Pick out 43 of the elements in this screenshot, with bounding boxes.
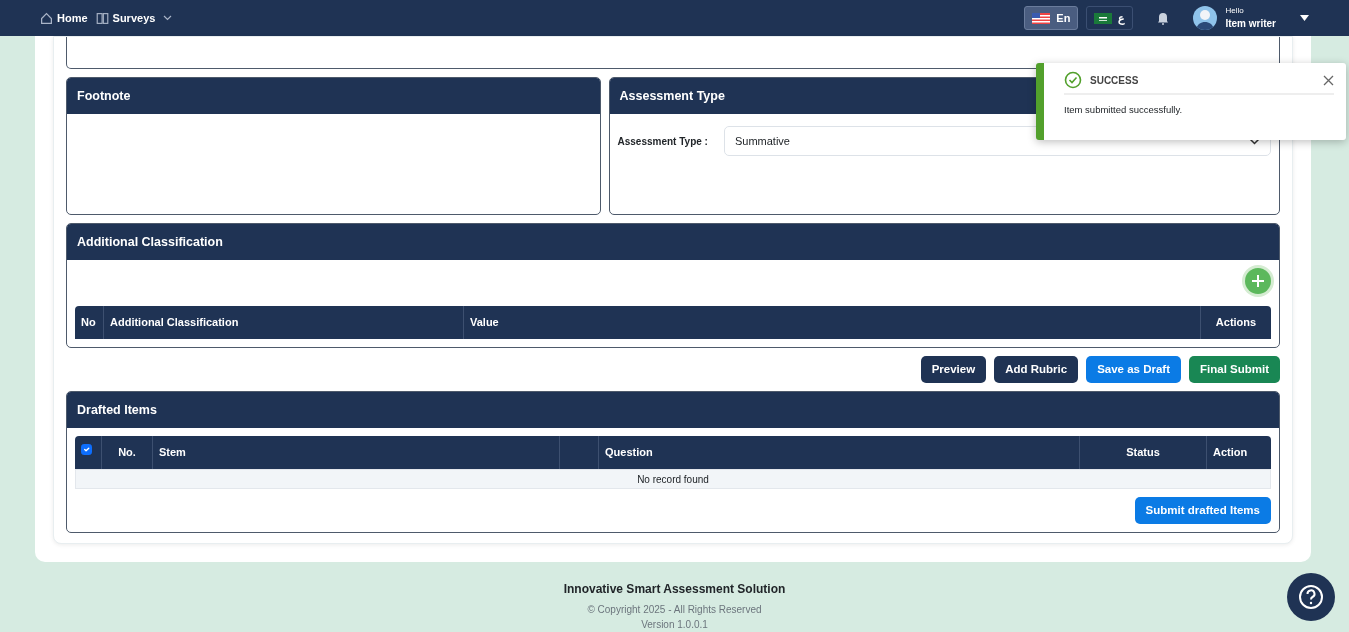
plus-icon — [1251, 274, 1265, 288]
chevron-icon — [1249, 137, 1260, 145]
column-header: Additional Classification — [103, 306, 463, 339]
nav-link[interactable]: Surveys — [95, 9, 173, 27]
column-header: Stem — [152, 436, 559, 469]
action-button[interactable]: Preview — [920, 356, 987, 383]
flag-icon — [1094, 12, 1113, 24]
column-header: No. — [101, 436, 152, 469]
bell-icon[interactable] — [1157, 11, 1170, 25]
language-button[interactable]: ع — [1086, 6, 1134, 30]
action-button[interactable]: Add Rubric — [994, 356, 1079, 383]
question-icon — [1298, 584, 1324, 610]
close-icon[interactable] — [1323, 74, 1334, 86]
book-icon — [95, 11, 109, 25]
column-header: Question — [598, 436, 1079, 469]
submit-button[interactable]: Submit drafted Items — [1134, 497, 1271, 524]
field-label: Assessment Type : — [617, 134, 708, 149]
column-header: Status — [1079, 436, 1206, 469]
column-header: No — [75, 306, 103, 339]
caret-icon[interactable] — [1300, 15, 1309, 21]
select-all-checkbox[interactable] — [81, 444, 92, 456]
avatar-icon[interactable] — [1193, 6, 1218, 30]
column-header: Action — [1206, 436, 1271, 469]
empty-message: No record found — [75, 469, 1271, 489]
nav-link[interactable]: Home — [40, 9, 88, 27]
panel-title: Additional Classification — [67, 224, 1279, 260]
action-button[interactable]: Save as Draft — [1086, 356, 1181, 383]
panel-title: Drafted Items — [67, 392, 1279, 428]
panel-title: Footnote — [67, 78, 600, 114]
version-text: Version 1.0.0.1 — [641, 618, 708, 632]
column-header: Actions — [1200, 306, 1271, 339]
home-icon — [40, 11, 53, 25]
greeting-text: Hello — [1225, 7, 1245, 15]
action-button[interactable]: Final Submit — [1189, 356, 1280, 383]
user-name: Item writer — [1225, 19, 1276, 29]
flag-icon — [1032, 12, 1051, 24]
language-button[interactable]: En — [1024, 6, 1079, 30]
toast-message: Item submitted successfully. — [1064, 103, 1184, 117]
column-header: Value — [463, 306, 1200, 339]
help-button[interactable] — [1287, 573, 1335, 621]
check-circle-icon — [1064, 71, 1082, 89]
copyright-text: © Copyright 2025 - All Rights Reserved — [587, 603, 762, 617]
footer-title: Innovative Smart Assessment Solution — [563, 581, 786, 598]
